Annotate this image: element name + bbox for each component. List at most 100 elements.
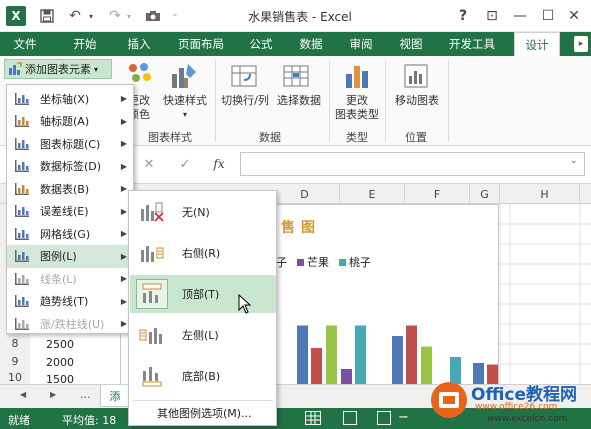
legend-option-label: 底部(B)	[182, 370, 221, 383]
customize-toolbar-icon[interactable]: ⁼	[170, 7, 180, 25]
legend-option-label: 顶部(T)	[182, 288, 220, 301]
insert-function-icon[interactable]: fx	[208, 154, 230, 174]
legend-option-right[interactable]: 右侧(R)	[130, 234, 276, 272]
cell-value-2500[interactable]: 2500	[46, 338, 86, 351]
menu-item-chart-title[interactable]: 图表标题(C) ▶	[7, 132, 133, 155]
minimize-button[interactable]: —	[509, 6, 531, 26]
formula-input[interactable]	[240, 152, 585, 176]
select-data-button[interactable]: 选择数据	[272, 94, 326, 108]
menu-item-label: 图表标题(C)	[40, 137, 101, 151]
page-break-view-icon[interactable]	[377, 411, 391, 425]
watermark-url-2: www.excelcn.com	[487, 414, 568, 424]
tab-review[interactable]: 审阅	[340, 32, 382, 56]
page-layout-view-icon[interactable]	[343, 411, 357, 425]
legend-right-icon	[136, 238, 168, 268]
ribbon-tabs: 文件 开始 插入 页面布局 公式 数据 审阅 视图 开发工具 设计 ▸	[0, 32, 591, 56]
quick-style-button[interactable]: 快速样式	[158, 94, 212, 108]
chart-bar[interactable]	[392, 336, 403, 390]
sheet-tab[interactable]: 添	[100, 385, 130, 407]
sheet-more-button[interactable]: ...	[80, 388, 91, 401]
legend-icon	[12, 248, 32, 264]
move-chart-button[interactable]: 移动图表	[390, 94, 444, 108]
data-group-label: 数据	[259, 131, 281, 144]
switch-row-col-button[interactable]: 切换行/列	[218, 94, 272, 108]
lines-icon	[12, 271, 32, 287]
cancel-icon[interactable]: ✕	[140, 154, 158, 174]
ribbon-separator	[329, 60, 330, 142]
save-icon[interactable]	[38, 7, 56, 25]
menu-item-axes[interactable]: 坐标轴(X) ▶	[7, 87, 133, 110]
chevron-right-icon: ▶	[120, 229, 127, 238]
zoom-out-icon[interactable]: −	[398, 410, 409, 425]
menu-item-legend[interactable]: 图例(L) ▶	[7, 244, 133, 268]
legend-option-left[interactable]: 左侧(L)	[130, 316, 276, 354]
undo-dropdown-icon[interactable]: ▾	[86, 7, 96, 25]
legend-none-icon	[136, 197, 168, 227]
chart-bar[interactable]	[297, 325, 308, 391]
tab-insert[interactable]: 插入	[118, 32, 160, 56]
chevron-right-icon: ▶	[120, 94, 127, 103]
menu-item-trendline[interactable]: 趋势线(T) ▶	[7, 290, 133, 313]
quick-style-dropdown-icon[interactable]: ▾	[178, 108, 192, 122]
cell-value-2000[interactable]: 2000	[46, 356, 86, 369]
expand-formula-bar-icon[interactable]: ⌄	[570, 156, 582, 170]
legend-option-label: 无(N)	[182, 206, 210, 219]
tab-data[interactable]: 数据	[290, 32, 332, 56]
row-header-8[interactable]: 8	[0, 334, 30, 354]
legend-top-icon	[136, 279, 168, 309]
tab-home[interactable]: 开始	[64, 32, 106, 56]
legend-option-bottom[interactable]: 底部(B)	[130, 357, 276, 395]
redo-icon[interactable]: ↷	[106, 7, 124, 25]
tab-developer[interactable]: 开发工具	[442, 32, 502, 56]
menu-item-label: 图例(L)	[40, 250, 77, 263]
change-chart-type-icon	[343, 62, 371, 90]
add-chart-element-button[interactable]: 添加图表元素 ▾	[4, 59, 112, 79]
tab-view[interactable]: 视图	[390, 32, 432, 56]
menu-item-gridlines[interactable]: 网格线(G) ▶	[7, 222, 133, 245]
change-chart-type-button[interactable]: 更改 图表类型	[332, 94, 382, 122]
redo-dropdown-icon[interactable]: ▾	[124, 7, 134, 25]
menu-item-label: 线条(L)	[40, 272, 77, 286]
menu-item-lines: 线条(L) ▶	[7, 267, 133, 290]
column-header-e[interactable]: E	[340, 184, 405, 204]
legend-bottom-icon	[136, 361, 168, 391]
location-group-label: 位置	[405, 131, 427, 144]
more-legend-options-button[interactable]: 其他图例选项(M)...	[157, 405, 277, 423]
menu-item-axis-title[interactable]: 轴标题(A) ▶	[7, 110, 133, 133]
ribbon-separator	[385, 60, 386, 142]
close-button[interactable]: ✕	[563, 6, 585, 26]
menu-item-error-bars[interactable]: 误差线(E) ▶	[7, 200, 133, 223]
normal-view-icon[interactable]	[305, 411, 321, 425]
legend-option-none[interactable]: 无(N)	[130, 193, 276, 231]
tab-design[interactable]: 设计	[514, 32, 560, 56]
menu-item-data-labels[interactable]: 数据标签(D) ▶	[7, 155, 133, 178]
camera-icon[interactable]	[144, 7, 162, 25]
column-header-h[interactable]: H	[510, 184, 580, 204]
window-title: 水果销售表 - Excel	[248, 10, 352, 24]
chart-bar[interactable]	[406, 325, 417, 391]
tab-page-layout[interactable]: 页面布局	[170, 32, 232, 56]
column-header-d[interactable]: D	[270, 184, 340, 204]
sheet-next-icon[interactable]: ▶	[50, 390, 56, 399]
watermark-logo: Office教程网 www.office26.com www.excelcn.c…	[425, 374, 585, 426]
ribbon-separator	[215, 60, 216, 142]
tab-formulas[interactable]: 公式	[240, 32, 282, 56]
column-header-g[interactable]: G	[470, 184, 500, 204]
menu-item-label: 趋势线(T)	[40, 295, 89, 308]
legend-option-top[interactable]: 顶部(T)	[130, 275, 276, 313]
tab-scroll-right-icon[interactable]: ▸	[574, 36, 588, 52]
help-button[interactable]: ?	[452, 6, 474, 26]
axes-icon	[12, 91, 32, 107]
chart-bar[interactable]	[326, 325, 337, 391]
chart-bar[interactable]	[355, 325, 366, 391]
legend-option-label: 右侧(R)	[182, 247, 221, 260]
maximize-button[interactable]: ☐	[537, 6, 559, 26]
menu-item-data-table[interactable]: 数据表(B) ▶	[7, 177, 133, 200]
chevron-right-icon: ▶	[120, 206, 127, 216]
enter-icon[interactable]: ✓	[176, 154, 194, 174]
ribbon-display-button[interactable]: ⊡	[481, 6, 503, 26]
sheet-prev-icon[interactable]: ◀	[20, 390, 26, 399]
undo-icon[interactable]: ↶	[66, 7, 84, 25]
column-header-f[interactable]: F	[405, 184, 470, 204]
tab-file[interactable]: 文件	[6, 32, 44, 56]
